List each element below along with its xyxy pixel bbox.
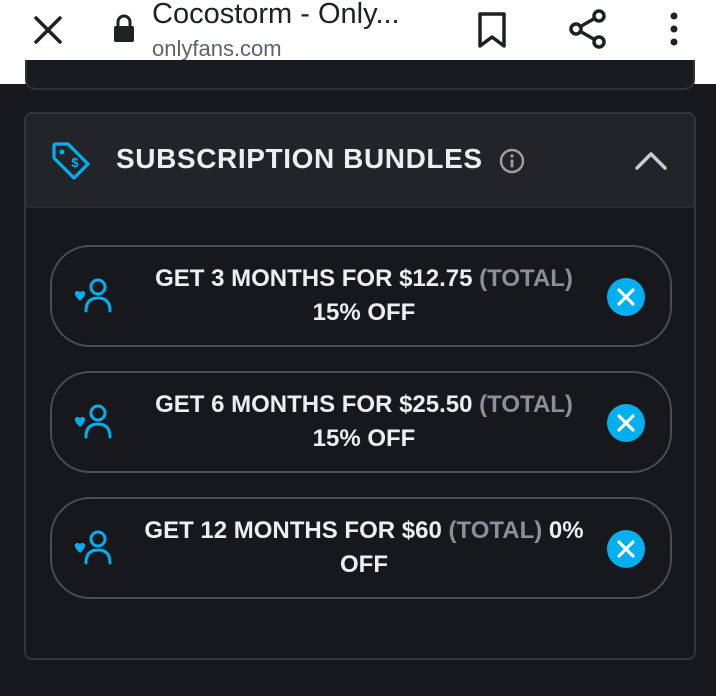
subscription-bundles-card: $ SUBSCRIPTION BUNDLES GET 3 MONTHS FOR … <box>24 112 696 660</box>
share-icon[interactable] <box>566 6 610 52</box>
page-title: Cocostorm - Only... <box>152 0 400 30</box>
bundle-total-label: (TOTAL) <box>448 517 543 544</box>
bundle-item-text: GET 12 MONTHS FOR $60 (TOTAL) 0% OFF <box>124 514 604 582</box>
close-icon[interactable] <box>30 12 66 48</box>
bundle-item: GET 6 MONTHS FOR $25.50 (TOTAL) 15% OFF <box>50 371 672 473</box>
bundle-total-label: (TOTAL) <box>479 265 573 292</box>
bundle-offer: GET 6 MONTHS FOR $25.50 <box>155 391 473 418</box>
page-url[interactable]: onlyfans.com <box>152 36 282 62</box>
bundle-discount-value: 0% <box>548 517 584 544</box>
bundle-discount: 15% OFF <box>312 425 416 452</box>
price-tag-icon: $ <box>50 140 94 184</box>
bundle-header[interactable]: $ SUBSCRIPTION BUNDLES <box>26 114 694 208</box>
bundle-total-label: (TOTAL) <box>479 391 573 418</box>
remove-circle-icon[interactable] <box>607 404 645 442</box>
subscriber-heart-icon <box>70 401 118 445</box>
bundle-item-text: GET 6 MONTHS FOR $25.50 (TOTAL) 15% OFF <box>124 388 604 456</box>
more-vert-icon[interactable] <box>662 6 686 52</box>
remove-circle-icon[interactable] <box>607 530 645 568</box>
bundle-item: GET 3 MONTHS FOR $12.75 (TOTAL) 15% OFF <box>50 245 672 347</box>
bundle-offer: GET 3 MONTHS FOR $12.75 <box>155 265 473 292</box>
bundle-item-text: GET 3 MONTHS FOR $12.75 (TOTAL) 15% OFF <box>124 262 604 330</box>
svg-text:$: $ <box>71 155 79 170</box>
subscriber-heart-icon <box>70 527 118 571</box>
subscriber-heart-icon <box>70 275 118 319</box>
bundle-discount: OFF <box>340 551 388 578</box>
previous-card <box>25 60 695 90</box>
lock-icon <box>111 14 137 44</box>
bookmark-icon[interactable] <box>474 6 510 52</box>
chevron-up-icon[interactable] <box>630 140 672 182</box>
bundle-offer: GET 12 MONTHS FOR $60 <box>144 517 442 544</box>
bundle-discount: 15% OFF <box>312 299 416 326</box>
remove-circle-icon[interactable] <box>607 278 645 316</box>
bundle-section-title: SUBSCRIPTION BUNDLES <box>116 143 483 174</box>
info-icon[interactable] <box>498 147 526 175</box>
bundle-item: GET 12 MONTHS FOR $60 (TOTAL) 0% OFF <box>50 497 672 599</box>
